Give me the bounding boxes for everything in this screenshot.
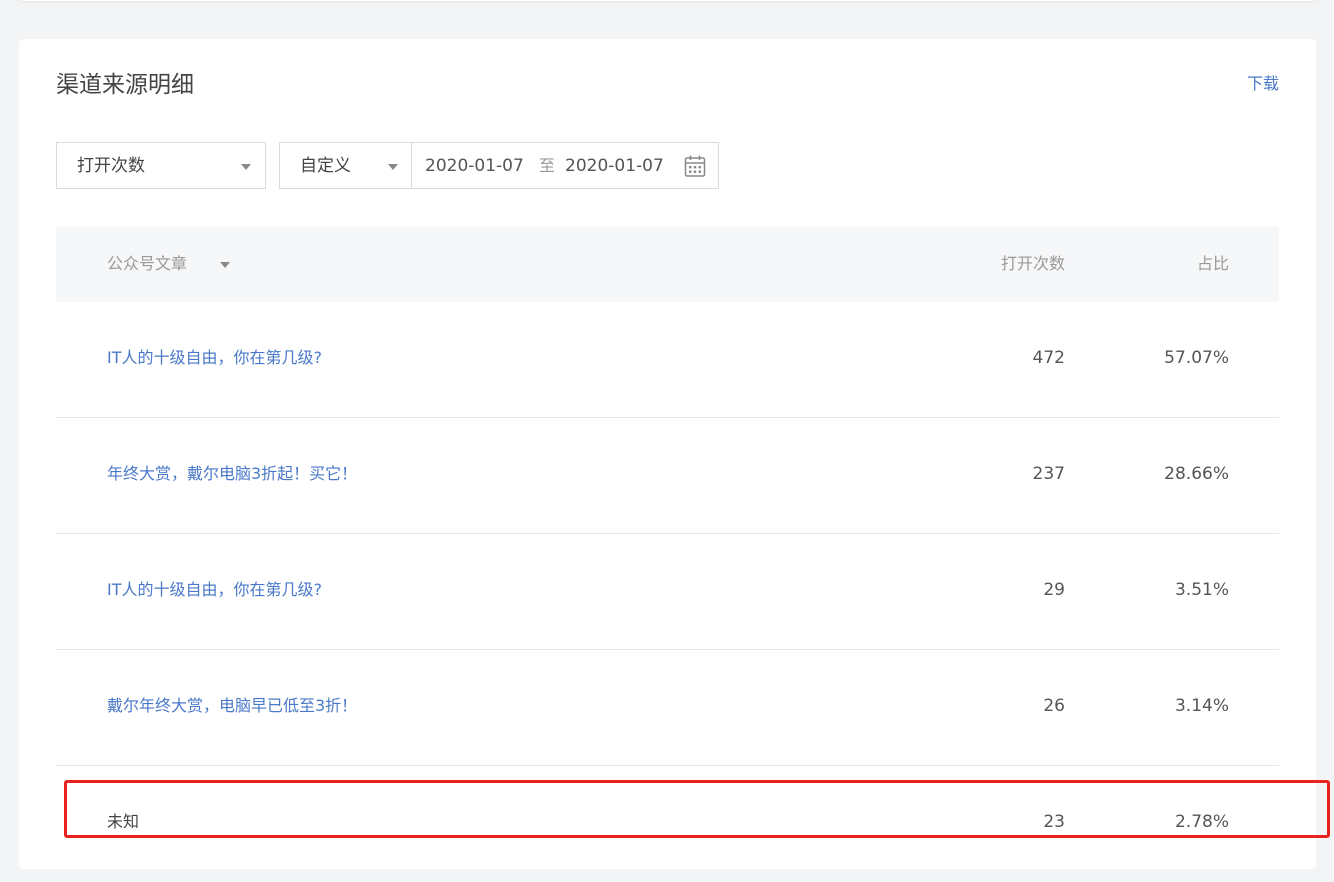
download-link[interactable]: 下载	[1247, 73, 1279, 95]
table-row: 年终大赏，戴尔电脑3折起！买它！ 237 28.66%	[56, 418, 1279, 534]
article-link[interactable]: IT人的十级自由，你在第几级?	[107, 347, 322, 369]
channel-source-panel: 渠道来源明细 下载 打开次数 自定义 2020-01-07 至 2020-01-…	[19, 39, 1316, 869]
ratio-value: 3.14%	[1174, 696, 1229, 716]
table-header: 公众号文章 打开次数 占比	[56, 227, 1279, 302]
header-opens: 打开次数	[1000, 254, 1065, 273]
open-count: 472	[1032, 348, 1065, 368]
date-range-type-value: 自定义	[300, 156, 351, 176]
caret-down-icon	[241, 164, 251, 170]
header-article[interactable]: 公众号文章	[107, 253, 187, 275]
open-count: 237	[1032, 464, 1065, 484]
table-row: 戴尔年终大赏，电脑早已低至3折！ 26 3.14%	[56, 650, 1279, 766]
article-link[interactable]: 年终大赏，戴尔电脑3折起！买它！	[107, 463, 357, 485]
table-row: 未知 23 2.78%	[56, 766, 1279, 882]
table-row: IT人的十级自由，你在第几级? 29 3.51%	[56, 534, 1279, 650]
metric-select[interactable]: 打开次数	[56, 142, 266, 189]
metric-select-value: 打开次数	[77, 156, 145, 176]
panel-title: 渠道来源明细	[56, 72, 194, 98]
date-range-type-select[interactable]: 自定义	[279, 142, 412, 189]
date-end[interactable]: 2020-01-07	[565, 155, 664, 177]
article-link[interactable]: 戴尔年终大赏，电脑早已低至3折！	[107, 695, 357, 717]
ratio-value: 3.51%	[1174, 580, 1229, 600]
date-start[interactable]: 2020-01-07	[425, 155, 524, 177]
ratio-value: 57.07%	[1164, 348, 1229, 368]
ratio-value: 28.66%	[1164, 464, 1229, 484]
open-count: 23	[1043, 812, 1065, 832]
date-separator: 至	[539, 156, 556, 175]
caret-down-icon[interactable]	[220, 262, 230, 268]
open-count: 29	[1043, 580, 1065, 600]
open-count: 26	[1043, 696, 1065, 716]
previous-card	[19, 0, 1316, 1]
header-ratio: 占比	[1196, 254, 1229, 273]
article-link[interactable]: IT人的十级自由，你在第几级?	[107, 579, 322, 601]
caret-down-icon	[388, 164, 398, 170]
article-name-unknown: 未知	[107, 812, 140, 831]
date-range-picker[interactable]: 2020-01-07 至 2020-01-07	[411, 142, 719, 189]
table-row: IT人的十级自由，你在第几级? 472 57.07%	[56, 302, 1279, 418]
calendar-icon[interactable]	[684, 154, 706, 178]
ratio-value: 2.78%	[1174, 812, 1229, 832]
